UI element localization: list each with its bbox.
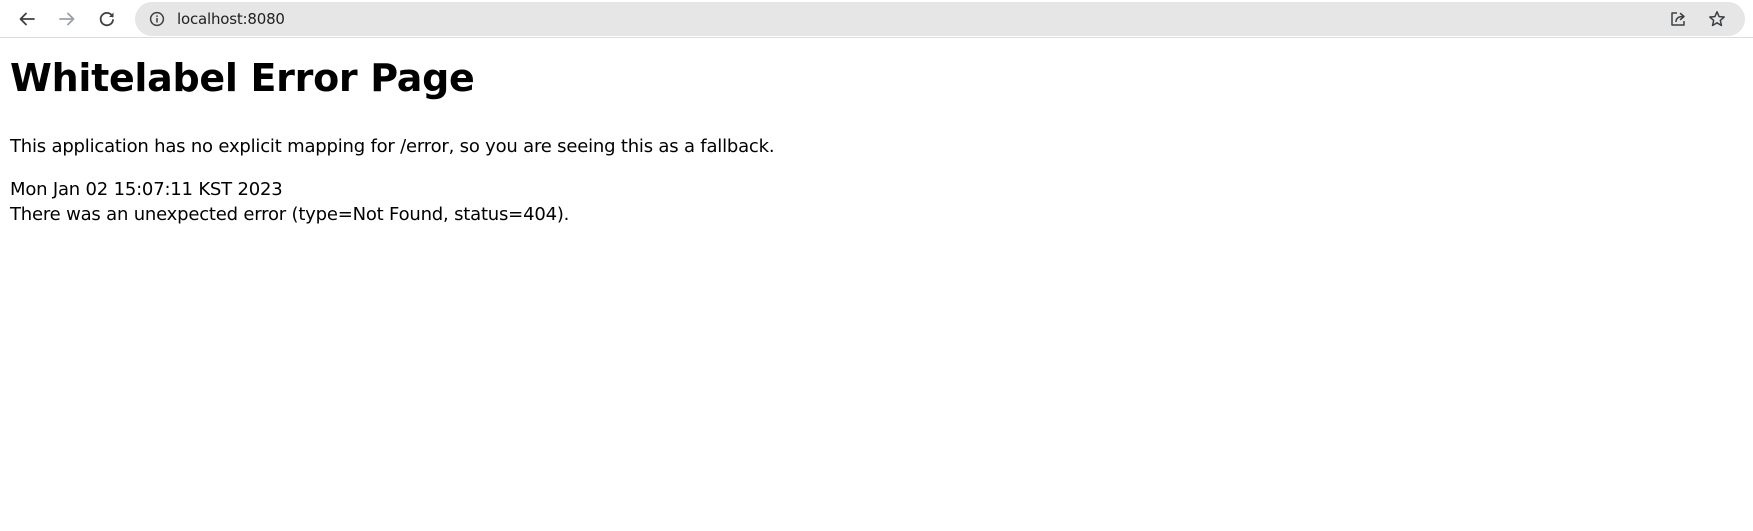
star-icon bbox=[1708, 10, 1726, 28]
reload-button[interactable] bbox=[92, 4, 122, 34]
address-bar[interactable]: localhost:8080 bbox=[135, 2, 1745, 36]
info-circle-icon bbox=[149, 11, 165, 27]
share-icon bbox=[1669, 10, 1687, 28]
page-title: Whitelabel Error Page bbox=[10, 56, 475, 100]
browser-toolbar: localhost:8080 bbox=[0, 0, 1753, 38]
back-button[interactable] bbox=[12, 4, 42, 34]
error-timestamp: Mon Jan 02 15:07:11 KST 2023 bbox=[10, 179, 283, 200]
arrow-left-icon bbox=[18, 10, 36, 28]
site-info-button[interactable] bbox=[143, 5, 171, 33]
error-details: Mon Jan 02 15:07:11 KST 2023 There was a… bbox=[10, 178, 569, 227]
bookmark-button[interactable] bbox=[1703, 5, 1731, 33]
reload-icon bbox=[98, 10, 116, 28]
url-text[interactable]: localhost:8080 bbox=[177, 2, 285, 36]
fallback-message: This application has no explicit mapping… bbox=[10, 136, 775, 157]
forward-button[interactable] bbox=[52, 4, 82, 34]
error-description: There was an unexpected error (type=Not … bbox=[10, 203, 570, 225]
share-button[interactable] bbox=[1664, 5, 1692, 33]
arrow-right-icon bbox=[58, 10, 76, 28]
